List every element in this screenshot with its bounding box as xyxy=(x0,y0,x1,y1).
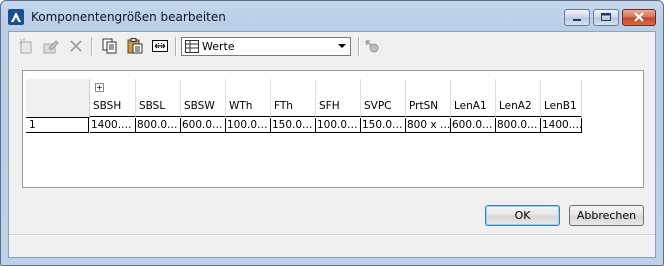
toolbar-separator xyxy=(358,37,359,56)
cell-value: 600.0… xyxy=(452,119,493,131)
table-cell[interactable]: 800.0… xyxy=(496,118,541,133)
column-header[interactable]: SVPC xyxy=(361,79,406,117)
column-header[interactable]: SBSW xyxy=(181,79,226,117)
cell-value: 1400.… xyxy=(91,119,132,131)
component-sizes-grid: + SBSH SBSL SBSW WTh FTh SFH SVPC PrtSN … xyxy=(26,79,582,179)
column-header-label: FTh xyxy=(274,100,293,112)
table-icon xyxy=(185,40,199,53)
row-number-label: 1 xyxy=(29,119,36,131)
minimize-icon xyxy=(573,19,581,21)
dialog-window: Komponentengrößen bearbeiten Werte + SBS… xyxy=(0,0,664,266)
toolbar-separator xyxy=(175,37,176,56)
table-cell[interactable]: 100.0… xyxy=(226,118,271,133)
cell-value: 800 x … xyxy=(407,119,451,131)
column-header-label: SFH xyxy=(319,100,340,112)
cell-value: 800.0… xyxy=(137,119,178,131)
table-cell[interactable]: 150.0… xyxy=(361,118,406,133)
title-bar[interactable]: Komponentengrößen bearbeiten xyxy=(1,1,663,31)
cell-value: 1400.… xyxy=(542,119,582,131)
row-number[interactable]: 1 xyxy=(26,118,89,133)
table-cell[interactable]: 150.0… xyxy=(271,118,316,133)
column-header-label: SBSH xyxy=(93,100,122,112)
column-header-label: WTh xyxy=(229,100,253,112)
column-header-label: PrtSN xyxy=(409,100,439,112)
column-header[interactable]: PrtSN xyxy=(406,79,451,117)
column-header-label: LenA2 xyxy=(499,100,532,112)
paste-icon[interactable] xyxy=(127,38,143,54)
status-divider xyxy=(9,234,655,235)
column-header[interactable]: SFH xyxy=(316,79,361,117)
column-header-label: LenB1 xyxy=(544,100,577,112)
table-cell[interactable]: 800 x … xyxy=(406,118,451,133)
table-cell[interactable]: 1400.… xyxy=(541,118,582,133)
table-cell[interactable]: 800.0… xyxy=(136,118,181,133)
maximize-button[interactable] xyxy=(593,9,619,26)
dialog-client-area: Werte + SBSH SBSL SBSW WTh FTh SFH SVPC … xyxy=(8,31,656,258)
column-header[interactable]: FTh xyxy=(271,79,316,117)
settings-icon[interactable] xyxy=(364,38,380,54)
column-header[interactable]: LenB1 xyxy=(541,79,582,117)
window-title: Komponentengrößen bearbeiten xyxy=(31,10,226,24)
column-header-label: SBSL xyxy=(139,100,166,112)
table-cell[interactable]: 600.0… xyxy=(451,118,496,133)
grid-corner-header xyxy=(26,79,90,118)
new-row-icon[interactable] xyxy=(18,38,34,54)
cell-value: 800.0… xyxy=(497,119,538,131)
minimize-button[interactable] xyxy=(564,9,590,26)
view-select-value: Werte xyxy=(202,40,235,53)
app-logo-icon xyxy=(8,9,24,25)
table-cell[interactable]: 1400.… xyxy=(90,118,136,133)
cell-value: 150.0… xyxy=(362,119,403,131)
table-cell[interactable]: 100.0… xyxy=(316,118,361,133)
cell-value: 100.0… xyxy=(317,119,358,131)
delete-icon[interactable] xyxy=(68,38,84,54)
ok-button[interactable]: OK xyxy=(485,205,560,226)
column-header[interactable]: SBSH xyxy=(90,79,136,117)
cell-value: 600.0… xyxy=(182,119,223,131)
column-header[interactable]: SBSL xyxy=(136,79,181,117)
column-header[interactable]: LenA2 xyxy=(496,79,541,117)
cancel-button[interactable]: Abbrechen xyxy=(569,205,644,226)
column-header[interactable]: WTh xyxy=(226,79,271,117)
table-cell[interactable]: 600.0… xyxy=(181,118,226,133)
chevron-down-icon xyxy=(338,44,346,48)
toolbar: Werte xyxy=(9,32,655,60)
column-header-label: LenA1 xyxy=(454,100,487,112)
close-button[interactable] xyxy=(622,9,656,26)
column-width-icon[interactable] xyxy=(152,38,168,54)
column-header-label: SVPC xyxy=(364,100,392,112)
maximize-icon xyxy=(601,13,611,21)
cell-value: 100.0… xyxy=(227,119,268,131)
edit-icon[interactable] xyxy=(43,38,59,54)
view-select[interactable]: Werte xyxy=(181,37,351,56)
column-header-label: SBSW xyxy=(184,100,215,112)
toolbar-separator xyxy=(91,37,92,56)
copy-icon[interactable] xyxy=(102,38,118,54)
cell-value: 150.0… xyxy=(272,119,313,131)
grid-panel: + SBSH SBSL SBSW WTh FTh SFH SVPC PrtSN … xyxy=(22,70,644,188)
column-header[interactable]: LenA1 xyxy=(451,79,496,117)
close-icon xyxy=(634,12,644,22)
